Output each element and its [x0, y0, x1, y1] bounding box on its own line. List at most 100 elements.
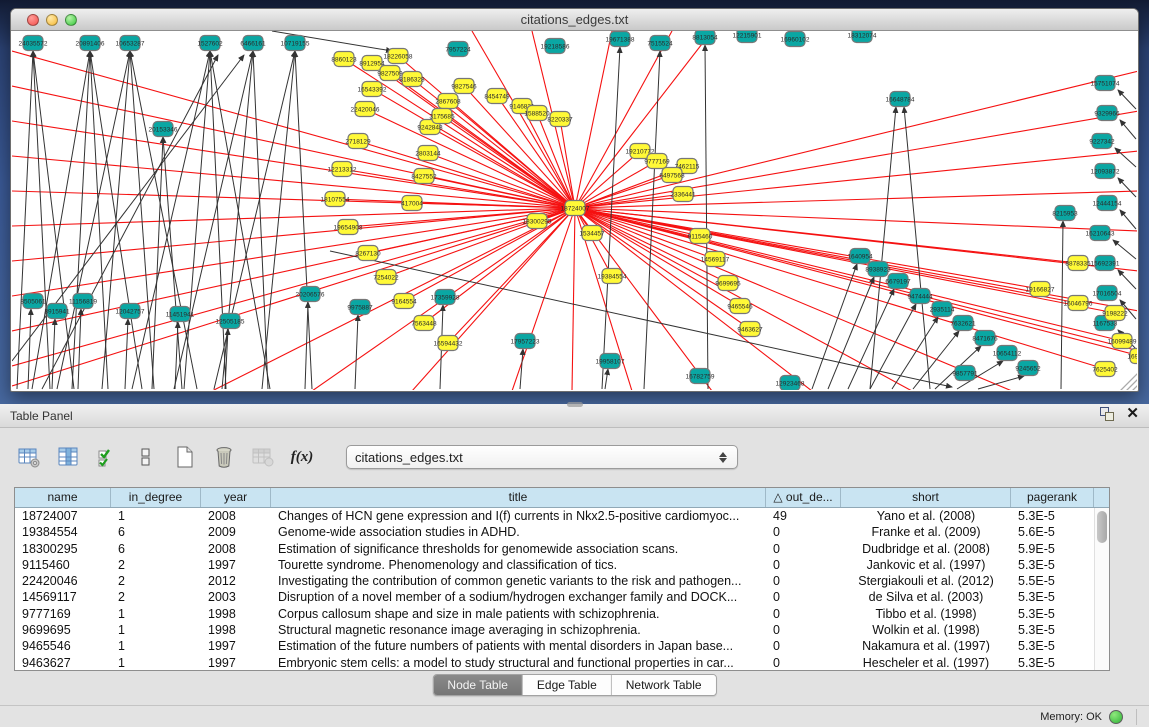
table-body[interactable]: 1872400712008Changes of HCN gene express…: [15, 508, 1109, 671]
close-panel-icon[interactable]: ✕: [1126, 407, 1139, 421]
close-window-icon[interactable]: [27, 14, 39, 26]
graph-node[interactable]: 19654908: [334, 220, 363, 235]
graph-node[interactable]: 11156819: [69, 294, 97, 309]
scrollbar-thumb[interactable]: [1097, 511, 1107, 543]
column-header-short[interactable]: short: [841, 488, 1011, 507]
delete-table-icon[interactable]: [211, 444, 237, 470]
show-columns-icon[interactable]: [55, 444, 81, 470]
graph-node[interactable]: 1640954: [847, 249, 873, 264]
graph-node[interactable]: 1691443: [1127, 349, 1137, 364]
graph-node[interactable]: 8813054: [692, 31, 718, 45]
graph-node[interactable]: 8471676: [972, 331, 998, 346]
graph-node[interactable]: 16210643: [1086, 226, 1115, 241]
graph-node[interactable]: 9245652: [1015, 361, 1041, 376]
graph-node[interactable]: 8220337: [547, 112, 573, 127]
rows-icon[interactable]: [133, 444, 159, 470]
graph-node[interactable]: 6466161: [240, 36, 266, 51]
graph-node[interactable]: 8505061: [20, 294, 46, 309]
graph-node[interactable]: 8427552: [411, 169, 437, 184]
network-window[interactable]: citations_edges.txt 24035572208914061065…: [10, 8, 1139, 392]
column-header-name[interactable]: name: [15, 488, 111, 507]
graph-node[interactable]: 9474444: [907, 289, 933, 304]
graph-node[interactable]: 19671388: [606, 32, 635, 47]
table-selector-dropdown[interactable]: citations_edges.txt: [346, 445, 738, 469]
column-header-pagerank[interactable]: pagerank: [1011, 488, 1094, 507]
graph-node[interactable]: 2718129: [345, 134, 371, 149]
column-header-out_de[interactable]: △ out_de...: [766, 488, 841, 507]
graph-node[interactable]: 6497568: [659, 168, 685, 183]
graph-node[interactable]: 16648784: [886, 92, 915, 107]
import-table-icon[interactable]: [250, 444, 276, 470]
graph-node[interactable]: 9465546: [727, 299, 753, 314]
graph-node[interactable]: 12093872: [1091, 164, 1120, 179]
resize-grip[interactable]: [1120, 372, 1137, 390]
table-row[interactable]: 2242004622012Investigating the contribut…: [15, 573, 1109, 589]
graph-node[interactable]: 8186328: [399, 72, 425, 87]
tab-network-table[interactable]: Network Table: [612, 675, 716, 695]
graph-node[interactable]: 12444154: [1093, 196, 1122, 211]
graph-node[interactable]: 16594432: [434, 336, 463, 351]
table-header-row[interactable]: namein_degreeyeartitle△ out_de...shortpa…: [15, 488, 1109, 508]
graph-node[interactable]: 16099489: [1108, 334, 1137, 349]
zoom-window-icon[interactable]: [65, 14, 77, 26]
graph-node[interactable]: 24035572: [19, 36, 48, 51]
graph-node[interactable]: 8215953: [1052, 206, 1078, 221]
graph-node[interactable]: 9699695: [715, 276, 741, 291]
graph-node[interactable]: 9115460: [688, 229, 713, 244]
graph-node[interactable]: 8267130: [355, 246, 381, 261]
table-row[interactable]: 946554611997Estimation of the future num…: [15, 638, 1109, 654]
graph-node[interactable]: 8938923: [865, 262, 891, 277]
graph-node[interactable]: 3175685: [429, 109, 455, 124]
graph-node[interactable]: 6679197: [885, 274, 911, 289]
graph-node[interactable]: 9463627: [737, 322, 763, 337]
graph-node[interactable]: 8878335: [1065, 256, 1091, 271]
citation-network-graph[interactable]: 2403557220891406106532871527602646616110…: [12, 31, 1137, 390]
column-header-year[interactable]: year: [201, 488, 271, 507]
graph-node[interactable]: 20891406: [76, 36, 105, 51]
table-vertical-scrollbar[interactable]: [1094, 508, 1109, 670]
graph-node[interactable]: 9857791: [952, 366, 978, 381]
table-row[interactable]: 1456911722003Disruption of a novel membe…: [15, 589, 1109, 605]
graph-node[interactable]: 7632621: [950, 316, 976, 331]
graph-node[interactable]: 18107554: [321, 192, 350, 207]
graph-node[interactable]: 18226058: [384, 49, 413, 64]
column-header-in_degree[interactable]: in_degree: [111, 488, 201, 507]
graph-node[interactable]: 12213312: [328, 162, 357, 177]
table-settings-icon[interactable]: [16, 444, 42, 470]
graph-node[interactable]: 10719155: [281, 36, 310, 51]
graph-node[interactable]: 15751074: [1091, 76, 1120, 91]
graph-node[interactable]: 7254022: [373, 270, 399, 285]
graph-node[interactable]: 12505185: [216, 314, 245, 329]
panel-drag-grip[interactable]: [567, 402, 583, 407]
graph-node[interactable]: 12923468: [776, 376, 805, 391]
graph-node[interactable]: 19166827: [1026, 282, 1055, 297]
graph-node[interactable]: 20153346: [149, 122, 178, 137]
graph-node[interactable]: 8454749: [484, 89, 510, 104]
graph-node[interactable]: 9227342: [1089, 134, 1115, 149]
graph-node[interactable]: 7515524: [647, 36, 673, 51]
graph-node[interactable]: 17957223: [511, 334, 540, 349]
graph-node[interactable]: 2336441: [670, 187, 696, 202]
table-row[interactable]: 1938455462009Genome-wide association stu…: [15, 524, 1109, 540]
graph-node[interactable]: 9975887: [347, 300, 373, 315]
graph-node[interactable]: 18312074: [848, 31, 877, 43]
graph-node[interactable]: 1527602: [197, 36, 223, 51]
graph-node[interactable]: 2935114: [930, 302, 955, 317]
minimize-window-icon[interactable]: [46, 14, 58, 26]
tab-edge-table[interactable]: Edge Table: [523, 675, 612, 695]
table-row[interactable]: 977716911998Corpus callosum shape and si…: [15, 606, 1109, 622]
network-window-titlebar[interactable]: citations_edges.txt: [11, 9, 1138, 31]
graph-node[interactable]: 9164554: [391, 294, 417, 309]
graph-node[interactable]: 9777169: [644, 154, 670, 169]
table-row[interactable]: 911546021997Tourette syndrome. Phenomeno…: [15, 557, 1109, 573]
graph-node[interactable]: 3915941: [44, 304, 70, 319]
graph-node[interactable]: 12042757: [116, 304, 145, 319]
table-row[interactable]: 946362711997Embryonic stem cells: a mode…: [15, 655, 1109, 671]
graph-node[interactable]: 16960102: [781, 32, 810, 47]
select-columns-icon[interactable]: [94, 444, 120, 470]
graph-node[interactable]: 2867608: [435, 94, 461, 109]
graph-node[interactable]: 417004: [401, 196, 423, 211]
graph-node[interactable]: 9198222: [1102, 306, 1128, 321]
graph-node[interactable]: 19218586: [541, 39, 570, 54]
graph-node[interactable]: 8860123: [331, 52, 357, 67]
